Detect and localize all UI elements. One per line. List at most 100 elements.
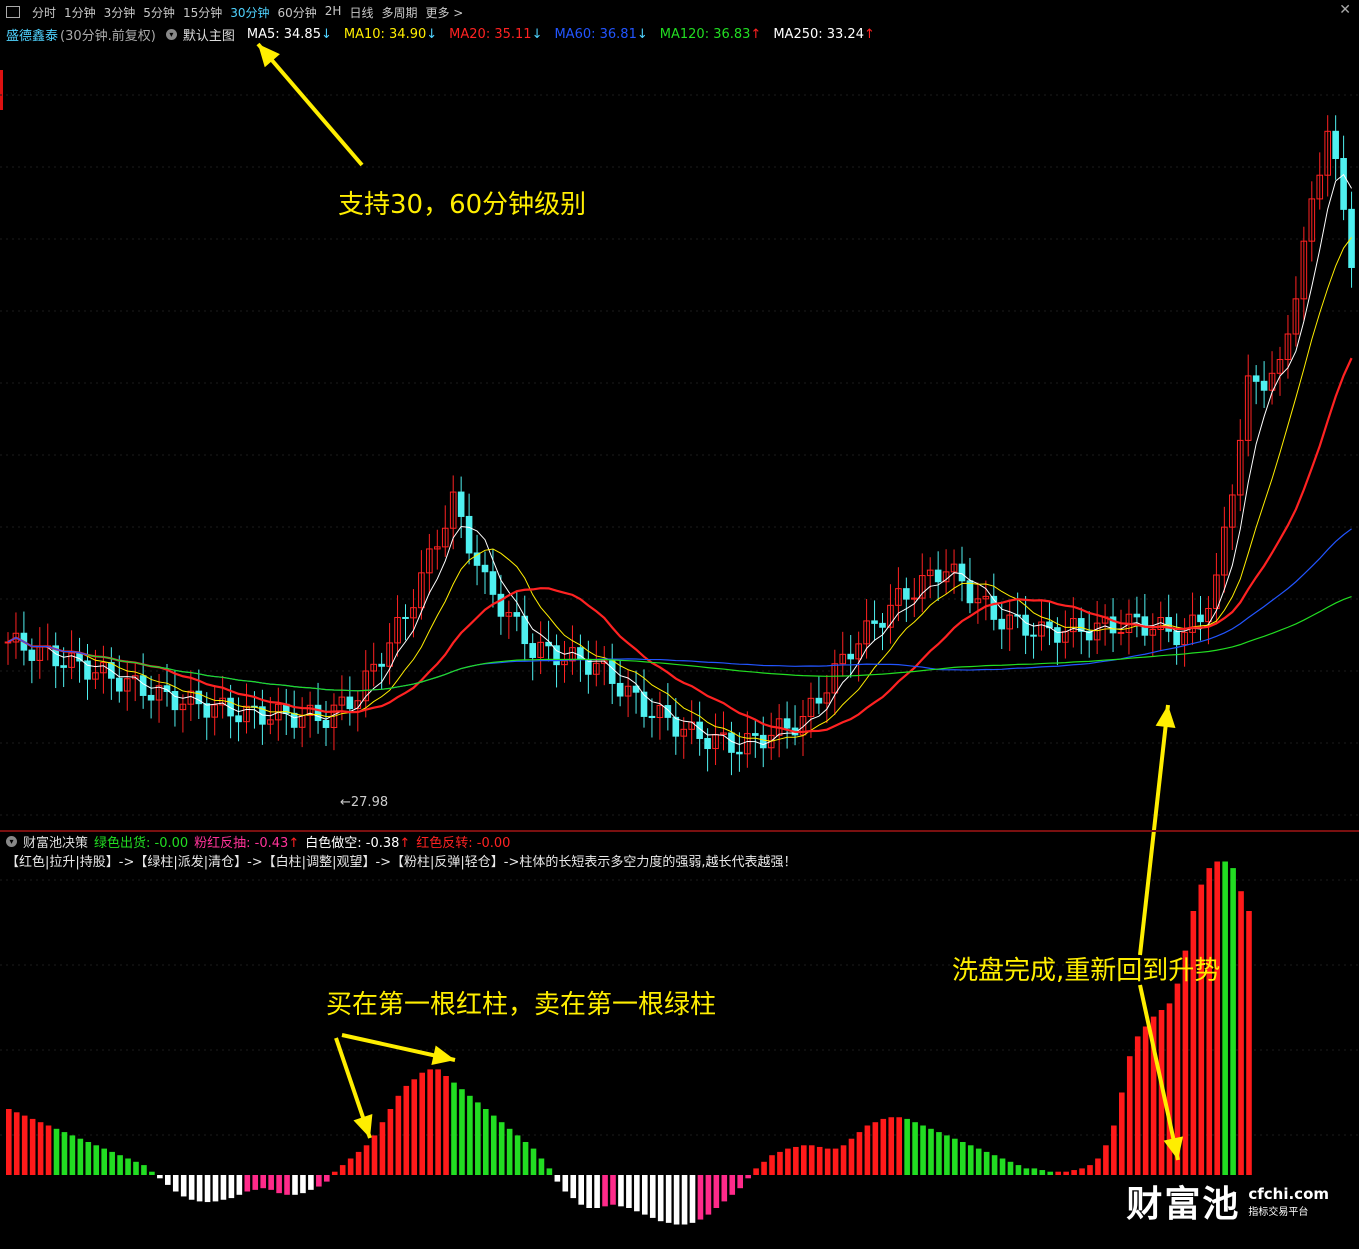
- histogram-bar: [21, 1115, 28, 1175]
- histogram-bar: [411, 1079, 418, 1175]
- histogram-bar: [761, 1161, 767, 1175]
- histogram-bar: [801, 1145, 807, 1175]
- histogram-bar: [649, 1175, 656, 1218]
- indicator-header: ▾ 财富池决策 绿色出货: -0.00 粉红反抽: -0.43↑ 白色做空: -0.…: [6, 832, 522, 851]
- histogram-bar: [864, 1125, 871, 1175]
- chart-canvas: ←27.98: [0, 42, 1359, 1225]
- candle-body: [235, 715, 242, 723]
- histogram-bar: [77, 1138, 84, 1175]
- histogram-bar: [753, 1168, 759, 1175]
- indicator-values: 绿色出货: -0.00 粉红反抽: -0.43↑ 白色做空: -0.38↑ 红色反转:…: [94, 832, 516, 851]
- histogram-bar: [196, 1175, 203, 1202]
- histogram-bar: [721, 1175, 728, 1202]
- histogram-bar: [284, 1175, 290, 1195]
- histogram-bar: [793, 1146, 799, 1175]
- histogram-bar: [45, 1125, 52, 1175]
- histogram-bar: [220, 1175, 227, 1200]
- histogram-bar: [236, 1175, 243, 1195]
- histogram-bar: [896, 1117, 902, 1175]
- histogram-bar: [498, 1122, 505, 1175]
- histogram-bar: [936, 1132, 942, 1175]
- histogram-bar: [1230, 868, 1236, 1175]
- histogram-bar: [443, 1076, 449, 1175]
- histogram-bar: [133, 1161, 139, 1175]
- candle-body: [346, 696, 354, 710]
- histogram-bar: [960, 1142, 966, 1175]
- histogram-bar: [912, 1122, 918, 1175]
- histogram-bar: [29, 1118, 36, 1175]
- histogram-bar: [204, 1175, 211, 1203]
- histogram-bar: [1111, 1125, 1117, 1175]
- histogram-bar: [673, 1175, 680, 1225]
- brand-name: 财富池: [1126, 1184, 1241, 1225]
- histogram-bar: [824, 1148, 831, 1175]
- histogram-bar: [944, 1135, 950, 1175]
- candle-body: [1340, 158, 1347, 210]
- histogram-bar: [6, 1109, 12, 1175]
- histogram-bar: [952, 1138, 958, 1175]
- histogram-bar: [808, 1145, 815, 1175]
- histogram-bar: [149, 1171, 155, 1175]
- candle-body: [60, 665, 67, 668]
- candle-body: [314, 704, 322, 722]
- candle-body: [648, 715, 656, 719]
- histogram-bar: [904, 1118, 910, 1175]
- candle-body: [489, 571, 497, 595]
- candle-body: [1117, 631, 1125, 634]
- histogram-bar: [769, 1155, 775, 1175]
- histogram-bar: [538, 1158, 545, 1175]
- histogram-bar: [93, 1145, 100, 1175]
- histogram-bar: [570, 1175, 577, 1199]
- histogram-bar: [300, 1175, 306, 1194]
- dropdown-icon[interactable]: ▾: [6, 836, 17, 847]
- brand-tagline: 指标交易平台: [1248, 1206, 1309, 1218]
- histogram-bar: [1071, 1170, 1077, 1175]
- histogram-bar: [1023, 1168, 1030, 1175]
- histogram-bar: [1055, 1171, 1061, 1175]
- indicator-title[interactable]: 财富池决策: [23, 832, 88, 851]
- candle-body: [783, 718, 791, 729]
- brand-logo: 财富池 cfchi.com 指标交易平台: [1126, 1175, 1329, 1227]
- candle-body: [871, 620, 878, 624]
- histogram-bar: [363, 1145, 370, 1175]
- histogram-bar: [697, 1175, 704, 1220]
- histogram-bar: [260, 1175, 266, 1189]
- histogram-bar: [657, 1175, 664, 1222]
- histogram-bar: [1063, 1171, 1069, 1175]
- histogram-bar: [395, 1095, 402, 1175]
- histogram-bar: [1015, 1165, 1022, 1175]
- candle-body: [402, 616, 409, 619]
- brand-url: cfchi.com: [1248, 1184, 1329, 1203]
- histogram-bar: [514, 1135, 521, 1175]
- candle-body: [1030, 634, 1037, 637]
- candle-body: [1348, 208, 1355, 268]
- candle-body: [378, 663, 385, 667]
- histogram-bar: [618, 1175, 624, 1207]
- candle-body: [1332, 130, 1339, 160]
- histogram-bar: [427, 1069, 433, 1175]
- candle-body: [1173, 630, 1180, 646]
- candle-body: [934, 569, 942, 583]
- candle-body: [958, 563, 966, 582]
- histogram-bar: [1222, 861, 1228, 1175]
- candle-body: [290, 712, 298, 728]
- histogram-bar: [252, 1175, 259, 1190]
- histogram-bar: [578, 1175, 584, 1205]
- ma10-line: [7, 237, 1352, 742]
- histogram-bar: [610, 1175, 616, 1205]
- candle-body: [1054, 627, 1061, 643]
- histogram-bar: [451, 1082, 457, 1175]
- histogram-bar: [141, 1165, 147, 1175]
- histogram-bar: [117, 1155, 123, 1175]
- candle-body: [759, 734, 767, 749]
- histogram-bar: [419, 1072, 425, 1175]
- histogram-bar: [1134, 1036, 1141, 1175]
- histogram-bar: [483, 1109, 489, 1175]
- histogram-bar: [475, 1102, 481, 1175]
- histogram-bar: [888, 1117, 895, 1175]
- histogram-bar: [228, 1175, 235, 1199]
- candle-body: [529, 643, 537, 658]
- histogram-bar: [387, 1109, 394, 1175]
- histogram-bar: [832, 1148, 839, 1175]
- histogram-bar: [37, 1122, 44, 1175]
